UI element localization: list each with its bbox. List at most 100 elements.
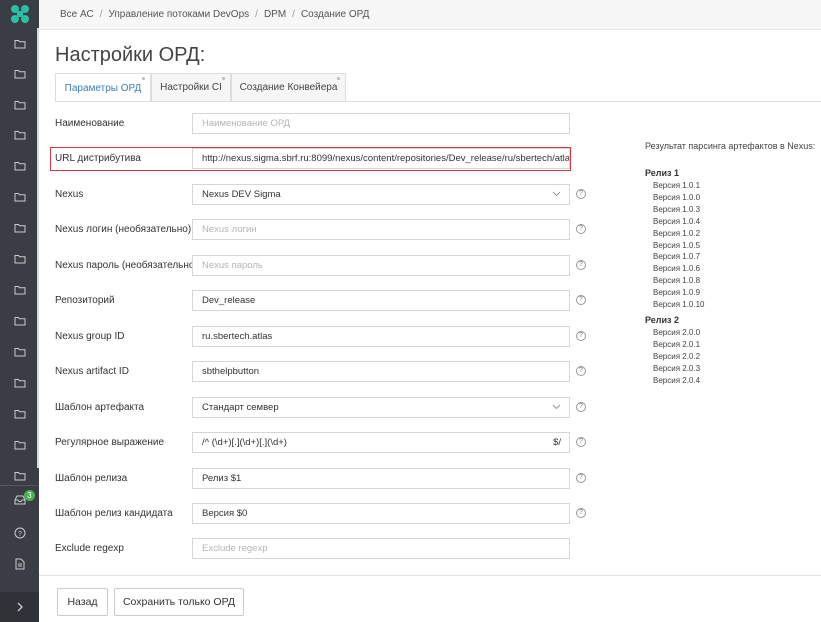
nexus-value: Nexus DEV Sigma — [202, 189, 281, 200]
folder-icon — [14, 40, 25, 49]
tab-label: Параметры ОРД — [64, 82, 142, 94]
help-icon[interactable]: ? — [576, 473, 586, 483]
inbox-button[interactable] — [0, 485, 39, 515]
help-icon: ? — [14, 527, 25, 539]
url-label: URL дистрибутива — [55, 153, 141, 164]
version-item: Версия 2.0.3 — [653, 363, 701, 373]
sidebar-folder-button[interactable] — [0, 306, 39, 336]
tab-pipeline-creation[interactable]: Создание Конвейера — [231, 73, 346, 101]
folder-icon — [14, 101, 25, 110]
version-item: Версия 1.0.3 — [653, 204, 701, 214]
sidebar-folder-button[interactable] — [0, 368, 39, 398]
breadcrumb-item[interactable]: DPM — [264, 9, 286, 20]
regex-suffix: $/ — [553, 437, 561, 448]
sidebar: 3 ? — [0, 0, 39, 622]
parse-result-title: Результат парсинга артефактов в Nexus: — [645, 141, 816, 151]
version-item: Версия 1.0.10 — [653, 300, 705, 309]
help-icon[interactable]: ? — [576, 366, 586, 376]
artifact-template-select[interactable]: Стандарт семвер — [192, 397, 570, 418]
save-ord-button[interactable]: Сохранить только ОРД — [114, 588, 244, 616]
repository-input[interactable]: Dev_release — [192, 290, 570, 311]
release-template-input[interactable]: Релиз $1 — [192, 468, 570, 489]
tab-dot — [222, 77, 225, 80]
candidate-template-label: Шаблон релиз кандидата — [55, 508, 173, 519]
artifact-id-label: Nexus artifact ID — [55, 366, 129, 377]
folder-icon — [14, 286, 25, 295]
exclude-regexp-input[interactable]: Exclude regexp — [192, 538, 570, 559]
sidebar-folder-button[interactable] — [0, 182, 39, 212]
breadcrumb-item: Создание ОРД — [300, 9, 370, 20]
tab-ci-settings[interactable]: Настройки CI — [151, 73, 231, 101]
tab-dot — [337, 77, 340, 80]
sidebar-folder-button[interactable] — [0, 399, 39, 429]
help-icon[interactable]: ? — [576, 260, 586, 270]
folder-icon — [14, 193, 25, 202]
sidebar-folder-button[interactable] — [0, 90, 39, 120]
version-item: Версия 1.0.4 — [653, 216, 701, 226]
nexus-login-label: Nexus логин (необязательно) — [55, 224, 192, 235]
regex-input[interactable]: /^ (\d+)[.](\d+)[.](\d+) $/ — [192, 432, 570, 453]
document-button[interactable] — [0, 549, 39, 579]
nexus-password-input[interactable]: Nexus пароль — [192, 255, 570, 276]
footer-divider — [39, 575, 821, 576]
artifact-template-value: Стандарт семвер — [202, 402, 279, 413]
group-id-input[interactable]: ru.sbertech.atlas — [192, 326, 570, 347]
logo-icon[interactable] — [0, 0, 39, 28]
nexus-login-input[interactable]: Nexus логин — [192, 219, 570, 240]
version-item: Версия 2.0.0 — [653, 327, 701, 337]
regex-value: /^ (\d+)[.](\d+)[.](\d+) — [202, 437, 287, 448]
folder-icon — [14, 162, 25, 171]
sidebar-folder-button[interactable] — [0, 244, 39, 274]
release-group-title: Релиз 2 — [645, 314, 680, 325]
help-icon[interactable]: ? — [576, 402, 586, 412]
version-item: Версия 1.0.6 — [653, 264, 701, 274]
sidebar-folder-button[interactable] — [0, 275, 39, 305]
sidebar-expand-button[interactable] — [0, 592, 39, 622]
help-icon[interactable]: ? — [576, 508, 586, 518]
artifact-id-input[interactable]: sbthelpbutton — [192, 361, 570, 382]
chevron-down-icon — [552, 404, 561, 410]
sidebar-folder-button[interactable] — [0, 213, 39, 243]
version-item: Версия 1.0.8 — [653, 276, 701, 286]
breadcrumb: Все АС / Управление потоками DevOps / DPM / Со… — [60, 9, 370, 20]
topbar: Все АС / Управление потоками DevOps / DPM / Со… — [39, 0, 821, 30]
sidebar-folder-button[interactable] — [0, 337, 39, 367]
notification-badge: 3 — [24, 490, 35, 501]
help-icon[interactable]: ? — [576, 224, 586, 234]
group-id-label: Nexus group ID — [55, 331, 125, 342]
sidebar-folder-button[interactable] — [0, 29, 39, 59]
breadcrumb-item[interactable]: Управление потоками DevOps — [108, 9, 249, 20]
sidebar-folder-button[interactable] — [0, 120, 39, 150]
artifact-template-label: Шаблон артефакта — [55, 402, 145, 413]
version-item: Версия 1.0.0 — [653, 192, 701, 202]
nexus-password-label: Nexus пароль (необязательно) — [55, 260, 198, 271]
help-icon[interactable]: ? — [576, 189, 586, 199]
tab-divider — [55, 101, 821, 102]
version-item: Версия 1.0.5 — [653, 240, 701, 250]
sidebar-folder-button[interactable] — [0, 151, 39, 181]
sidebar-folder-button[interactable] — [0, 59, 39, 89]
regex-label: Регулярное выражение — [55, 437, 164, 448]
breadcrumb-item[interactable]: Все АС — [60, 9, 94, 20]
nexus-select[interactable]: Nexus DEV Sigma — [192, 184, 570, 205]
release-group-title: Релиз 1 — [645, 168, 680, 178]
sidebar-folder-button[interactable] — [0, 430, 39, 460]
back-button[interactable]: Назад — [57, 588, 108, 616]
folder-icon — [14, 131, 25, 140]
candidate-template-input[interactable]: Версия $0 — [192, 503, 570, 524]
tab-label: Создание Конвейера — [239, 82, 338, 93]
folder-icon — [14, 472, 25, 481]
tab-ord-params[interactable]: Параметры ОРД — [55, 73, 151, 102]
folder-icon — [14, 317, 25, 326]
help-button[interactable]: ? — [0, 518, 39, 548]
help-icon[interactable]: ? — [576, 437, 586, 447]
chevron-down-icon — [552, 191, 561, 197]
name-label: Наименование — [55, 118, 125, 129]
name-input[interactable]: Наименование ОРД — [192, 113, 570, 134]
version-item: Версия 1.0.2 — [653, 228, 701, 238]
document-icon — [15, 558, 24, 570]
folder-icon — [14, 379, 25, 388]
help-icon[interactable]: ? — [576, 331, 586, 341]
help-icon[interactable]: ? — [576, 295, 586, 305]
url-input[interactable]: http://nexus.sigma.sbrf.ru:8099/nexus/co… — [192, 148, 570, 169]
